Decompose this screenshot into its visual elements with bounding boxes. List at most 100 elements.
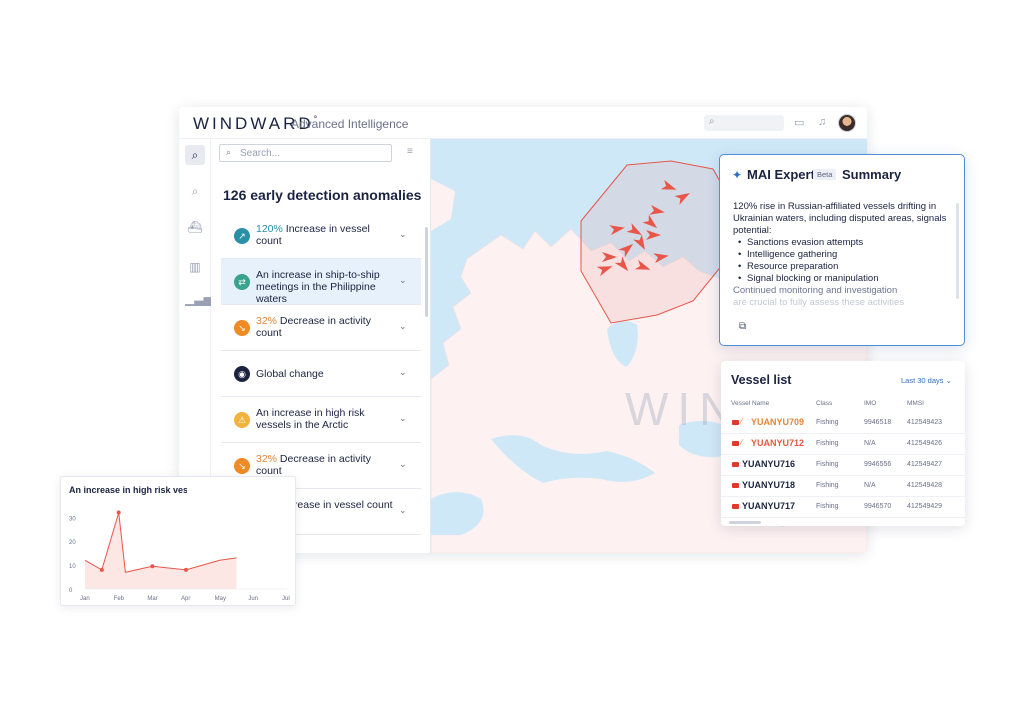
panel-search: ⌕ [219, 144, 392, 162]
anomaly-item[interactable]: ↗ 120% Increase in vessel count ⌄ [221, 213, 421, 259]
arrow-down-icon: ↘ [234, 458, 250, 474]
anomaly-percent: 120% [256, 223, 283, 235]
vessel-name[interactable]: YUANYU716 [742, 459, 795, 469]
chevron-down-icon[interactable]: ⌄ [399, 275, 407, 286]
risk-icon: ⚠ [234, 412, 250, 428]
mai-title: MAI Expert [747, 167, 815, 182]
flag-icon [732, 504, 739, 509]
panel-title: 126 early detection anomalies [223, 187, 422, 203]
anomaly-label: An increase in high risk vessels in the … [256, 407, 396, 431]
vessel-imo: 9946556 [864, 461, 892, 468]
vessel-name[interactable]: YUANYU717 [742, 501, 795, 511]
summary-body: 120% rise in Russian-affiliated vessels … [733, 201, 951, 309]
anomaly-label: 120% Increase in vessel count [256, 223, 396, 247]
vessel-mmsi: 412549427 [907, 461, 943, 468]
y-tick-label: 0 [69, 588, 73, 594]
anomaly-item[interactable]: ⇄ An increase in ship-to-ship meetings in… [221, 259, 421, 305]
chevron-down-icon[interactable]: ⌄ [399, 367, 407, 378]
table-row[interactable]: YUANYU717 Fishing 9946570 412549429 [721, 497, 965, 518]
flag-icon [732, 462, 739, 467]
vessel-name[interactable]: YUANYU718 [742, 480, 795, 490]
table-row[interactable]: ⁄ YUANYU712 Fishing N/A 412549426 [721, 434, 965, 455]
data-point [99, 567, 104, 572]
panel-search-input[interactable] [240, 147, 380, 159]
arrow-down-icon: ↘ [234, 320, 250, 336]
chevron-down-icon[interactable]: ⌄ [399, 459, 407, 470]
summary-intro: 120% rise in Russian-affiliated vessels … [733, 201, 947, 236]
x-tick-label: Jan [80, 596, 90, 602]
column-header-name[interactable]: Vessel Name [731, 400, 769, 407]
vessel-name[interactable]: YUANYU712 [751, 438, 804, 448]
chevron-down-icon[interactable]: ⌄ [399, 229, 407, 240]
summary-bullet: Sanctions evasion attempts [733, 237, 951, 249]
table-row[interactable]: YUANYU716 Fishing 9946556 412549427 [721, 455, 965, 476]
copy-icon[interactable]: ⧉ [739, 321, 746, 332]
bar-chart-icon[interactable]: ▁▃▅ [185, 289, 213, 309]
chevron-down-icon[interactable]: ⌄ [399, 321, 407, 332]
top-search-input[interactable]: ⌕ [704, 115, 784, 131]
anomaly-label: 32% Decrease in activity count [256, 315, 396, 339]
chevron-down-icon[interactable]: ⌄ [399, 413, 407, 424]
anomaly-percent: 32% [256, 453, 278, 465]
chevron-down-icon[interactable]: ⌄ [399, 505, 407, 516]
chevron-down-icon: ⌄ [945, 376, 952, 385]
land-mass [431, 179, 455, 231]
table-row[interactable]: ⁄ YUANYU709 Fishing 9946518 412549423 [721, 413, 965, 434]
anomaly-text: An increase in high risk vessels in the … [256, 407, 365, 431]
search-icon: ⌕ [226, 147, 232, 157]
anomaly-item[interactable]: ⚠ An increase in high risk vessels in the… [221, 397, 421, 443]
x-tick-label: May [215, 596, 226, 602]
vessel-class: Fishing [816, 419, 839, 426]
period-dropdown[interactable]: Last 30 days ⌄ [901, 376, 952, 385]
mai-expert-card: ✦ MAI Expert Beta Summary 120% rise in R… [719, 154, 965, 346]
data-point [184, 567, 188, 572]
warning-icon: ⁄ [741, 438, 743, 447]
search-icon[interactable]: ⌕ [185, 181, 205, 201]
beta-badge: Beta [813, 169, 837, 180]
y-tick-label: 30 [69, 516, 76, 522]
trend-chart: 0 10 20 30 Jan Feb Mar Apr May Jun Jul [69, 510, 290, 602]
trend-chart-card[interactable]: An increase in high risk ves 0 10 20 30 Jan F… [60, 476, 296, 606]
anomaly-text: An increase in ship-to-ship meetings in … [256, 269, 380, 305]
table-scrollbar[interactable] [729, 521, 761, 524]
vessel-imo: 9946570 [864, 503, 892, 510]
message-icon[interactable]: ▭ [794, 116, 804, 129]
column-header-imo[interactable]: IMO [864, 400, 876, 407]
brand-subtitle: Advanced Intelligence [291, 117, 409, 131]
anomaly-item[interactable]: ◉ Global change ⌄ [221, 351, 421, 397]
summary-bullet: Intelligence gathering [733, 249, 951, 261]
filter-icon[interactable]: ≡ [407, 146, 413, 157]
vessel-class: Fishing [816, 461, 839, 468]
bell-icon[interactable]: ♫ [818, 116, 826, 128]
warning-icon: ⁄ [741, 417, 743, 426]
sparkle-icon: ✦ [732, 168, 743, 182]
flag-icon [732, 483, 739, 488]
vessel-class: Fishing [816, 482, 839, 489]
vessel-name[interactable]: YUANYU709 [751, 417, 804, 427]
avatar[interactable] [838, 114, 856, 132]
vessel-class: Fishing [816, 440, 839, 447]
flag-icon [732, 441, 739, 446]
panels-icon[interactable]: ▥ [185, 257, 205, 277]
y-tick-label: 20 [69, 540, 76, 546]
summary-scrollbar[interactable] [956, 203, 959, 299]
column-header-mmsi[interactable]: MMSI [907, 400, 924, 407]
table-row[interactable]: YUANYU718 Fishing N/A 412549428 [721, 476, 965, 497]
search-person-icon[interactable]: ⌕ [185, 145, 205, 165]
summary-bullet: Resource preparation [733, 261, 951, 273]
ship-icon[interactable]: ⛴ [185, 217, 205, 237]
globe-icon: ◉ [234, 366, 250, 382]
data-point [116, 510, 121, 515]
search-icon: ⌕ [709, 116, 715, 127]
summary-bullet: Signal blocking or manipulation [733, 273, 951, 285]
x-tick-label: Jun [248, 596, 258, 602]
column-header-class[interactable]: Class [816, 400, 832, 407]
panel-scrollbar[interactable] [425, 227, 428, 317]
anomaly-item[interactable]: ↘ 32% Decrease in activity count ⌄ [221, 305, 421, 351]
anomaly-percent: 32% [256, 315, 278, 327]
flag-icon [732, 420, 739, 425]
vessel-mmsi: 412549429 [907, 503, 943, 510]
x-tick-label: Apr [181, 596, 190, 602]
summary-outro-faded: are crucial to fully assess these activi… [733, 297, 905, 308]
vessel-mmsi: 412549428 [907, 482, 943, 489]
